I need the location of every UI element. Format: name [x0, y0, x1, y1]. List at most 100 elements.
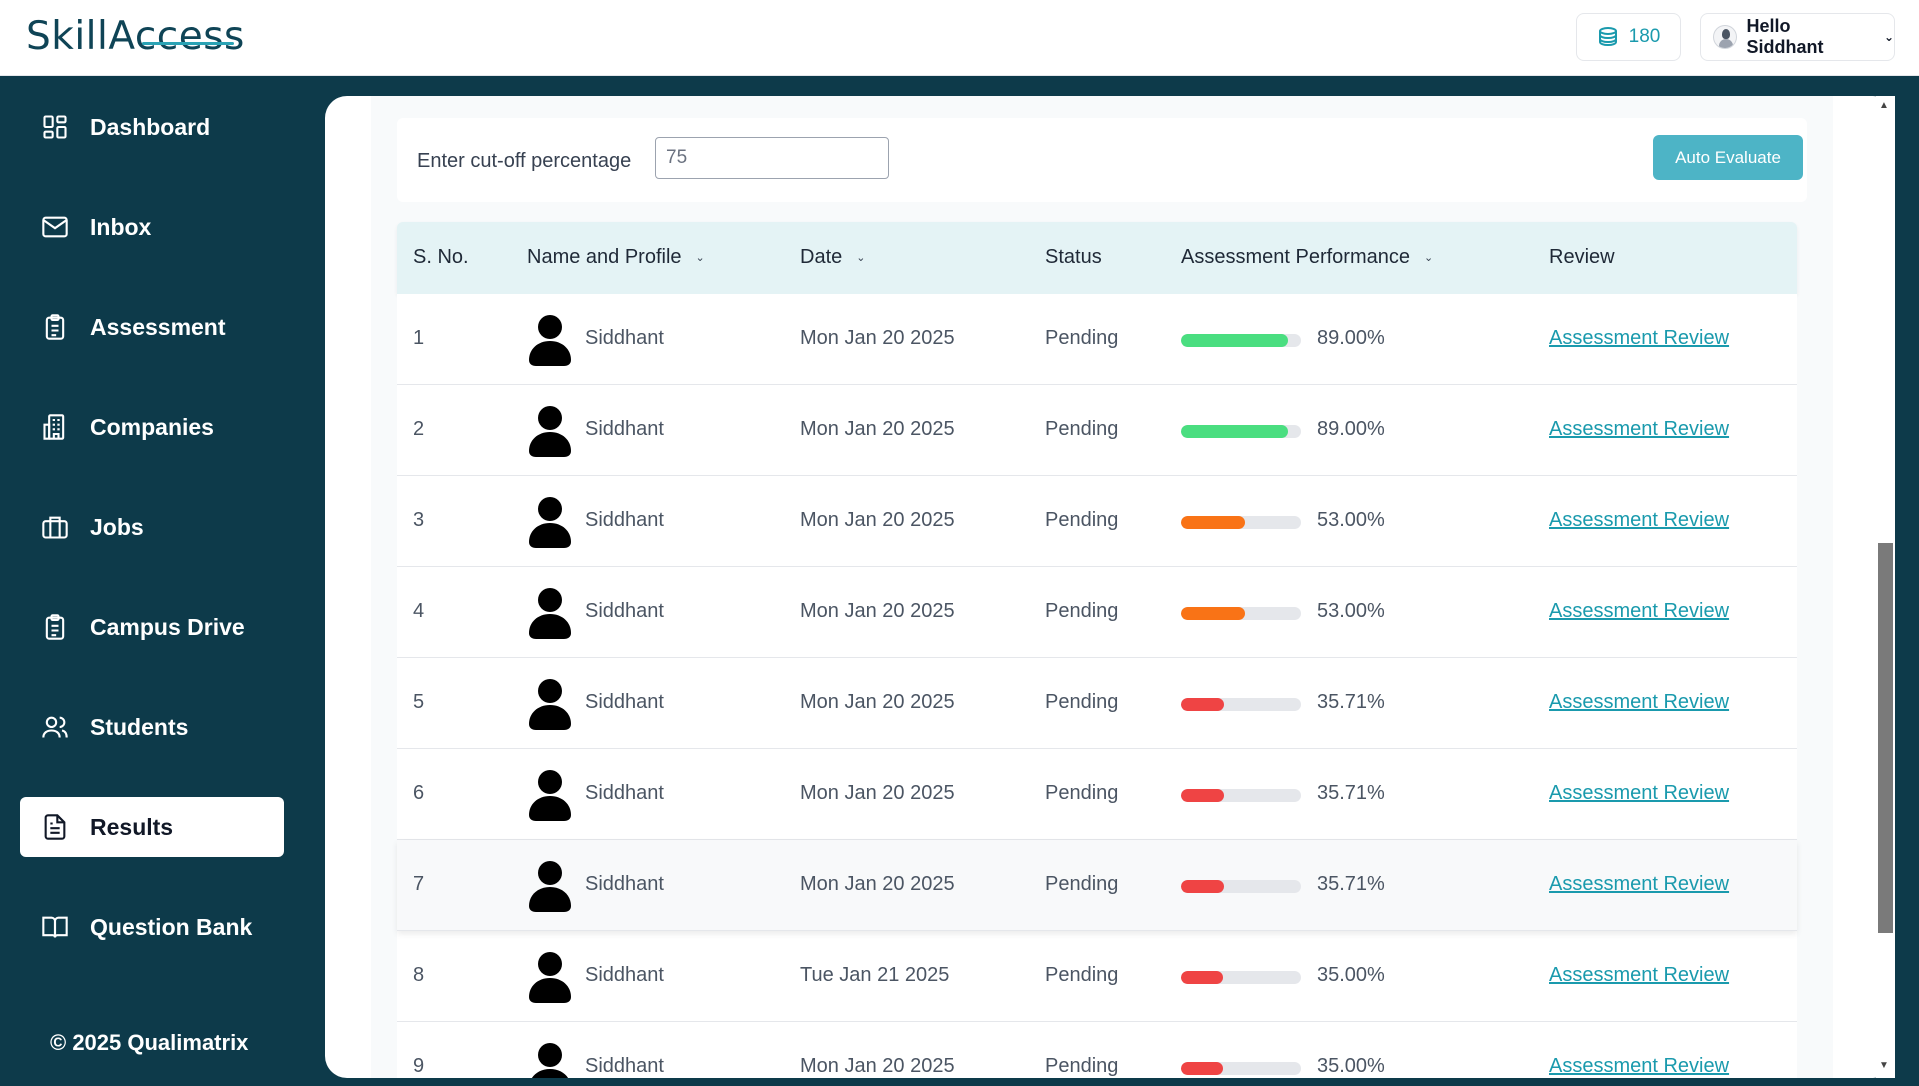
- row-date: Mon Jan 20 2025: [800, 1055, 955, 1077]
- row-percent: 35.00%: [1317, 964, 1385, 986]
- user-greeting: Hello Siddhant: [1746, 16, 1824, 57]
- assessment-review-link[interactable]: Assessment Review: [1549, 600, 1729, 623]
- logo-text-skill: Skill: [26, 14, 109, 59]
- coins-count: 180: [1628, 26, 1661, 47]
- chevron-down-icon: ⌄: [695, 252, 705, 265]
- mail-icon: [42, 216, 68, 238]
- performance-bar-fill: [1181, 607, 1245, 620]
- sidebar-item-inbox[interactable]: Inbox: [20, 197, 284, 257]
- sidebar-item-question-bank[interactable]: Question Bank: [20, 897, 284, 957]
- performance-bar: [1181, 334, 1301, 347]
- user-profile-icon[interactable]: [527, 314, 573, 366]
- header-performance-label: Assessment Performance: [1181, 246, 1410, 268]
- avatar: [1713, 25, 1737, 49]
- row-date: Mon Jan 20 2025: [800, 327, 955, 349]
- header-status: Status: [1045, 246, 1102, 268]
- results-table: S. No. Name and Profile ⌄ Date ⌄ Status As…: [397, 222, 1797, 1078]
- row-date: Mon Jan 20 2025: [800, 418, 955, 440]
- row-sno: 8: [413, 964, 425, 986]
- chevron-down-icon: ⌄: [1423, 252, 1434, 265]
- sidebar-item-label: Question Bank: [90, 913, 253, 940]
- sidebar-item-label: Assessment: [90, 313, 226, 340]
- row-percent: 35.71%: [1317, 873, 1385, 895]
- row-status: Pending: [1045, 509, 1119, 531]
- scroll-down-arrow-icon[interactable]: ▼: [1879, 1060, 1889, 1071]
- assessment-review-link[interactable]: Assessment Review: [1549, 509, 1729, 532]
- user-profile-icon[interactable]: [527, 951, 573, 1003]
- performance-bar-fill: [1181, 334, 1288, 347]
- row-name: Siddhant: [585, 691, 664, 713]
- assessment-review-link[interactable]: Assessment Review: [1549, 782, 1729, 805]
- sidebar-item-label: Results: [90, 813, 174, 840]
- assessment-review-link[interactable]: Assessment Review: [1549, 327, 1729, 350]
- chevron-down-icon: ⌄: [856, 252, 866, 265]
- row-sno: 6: [413, 782, 425, 804]
- table-row: 7 Siddhant Mon Jan 20 2025 Pending 35.71% Ass…: [397, 840, 1797, 931]
- row-percent: 53.00%: [1317, 509, 1385, 531]
- row-date: Mon Jan 20 2025: [800, 873, 955, 895]
- assessment-review-link[interactable]: Assessment Review: [1549, 1055, 1729, 1078]
- row-status: Pending: [1045, 327, 1119, 349]
- row-name: Siddhant: [585, 327, 664, 349]
- user-profile-icon[interactable]: [527, 496, 573, 548]
- clipboard-list-icon: [45, 614, 65, 640]
- coins-icon: [1598, 27, 1617, 47]
- sidebar-item-dashboard[interactable]: Dashboard: [20, 97, 284, 157]
- performance-bar-fill: [1181, 971, 1223, 984]
- sidebar-item-campus-drive[interactable]: Campus Drive: [20, 597, 284, 657]
- row-status: Pending: [1045, 691, 1119, 713]
- assessment-review-link[interactable]: Assessment Review: [1549, 691, 1729, 714]
- user-profile-icon[interactable]: [527, 405, 573, 457]
- user-profile-icon[interactable]: [527, 678, 573, 730]
- logo-strike-line: [142, 42, 234, 45]
- performance-bar-fill: [1181, 880, 1224, 893]
- performance-bar-fill: [1181, 1062, 1223, 1075]
- user-menu-button[interactable]: Hello Siddhant ⌄: [1700, 13, 1895, 61]
- header-review: Review: [1549, 246, 1615, 268]
- assessment-review-link[interactable]: Assessment Review: [1549, 418, 1729, 441]
- user-profile-icon[interactable]: [527, 1042, 573, 1078]
- header-date-sortable[interactable]: Date ⌄: [800, 246, 865, 269]
- scrollbar-thumb[interactable]: [1878, 543, 1893, 933]
- row-date: Tue Jan 21 2025: [800, 964, 950, 986]
- user-profile-icon[interactable]: [527, 587, 573, 639]
- table-body: 1 Siddhant Mon Jan 20 2025 Pending 89.00% Ass…: [397, 294, 1797, 1078]
- row-name: Siddhant: [585, 964, 664, 986]
- sidebar-item-results[interactable]: Results: [20, 797, 284, 857]
- row-date: Mon Jan 20 2025: [800, 600, 955, 622]
- row-percent: 35.00%: [1317, 1055, 1385, 1077]
- assessment-review-link[interactable]: Assessment Review: [1549, 873, 1729, 896]
- row-percent: 35.71%: [1317, 691, 1385, 713]
- cutoff-percentage-input[interactable]: [655, 137, 889, 179]
- users-icon: [42, 716, 68, 738]
- auto-evaluate-button[interactable]: Auto Evaluate: [1653, 135, 1803, 180]
- coins-badge[interactable]: 180: [1576, 13, 1681, 61]
- row-date: Mon Jan 20 2025: [800, 691, 955, 713]
- row-percent: 35.71%: [1317, 782, 1385, 804]
- performance-bar: [1181, 1062, 1301, 1075]
- user-profile-icon[interactable]: [527, 769, 573, 821]
- performance-bar: [1181, 789, 1301, 802]
- performance-bar-fill: [1181, 789, 1224, 802]
- sidebar-item-jobs[interactable]: Jobs: [20, 497, 284, 557]
- table-row: 5 Siddhant Mon Jan 20 2025 Pending 35.71% Ass…: [397, 658, 1797, 749]
- row-status: Pending: [1045, 964, 1119, 986]
- scroll-up-arrow-icon[interactable]: ▲: [1879, 100, 1889, 111]
- app-logo[interactable]: SkillAccess: [26, 14, 245, 59]
- user-profile-icon[interactable]: [527, 860, 573, 912]
- performance-bar: [1181, 698, 1301, 711]
- header-name-sortable[interactable]: Name and Profile ⌄: [527, 246, 705, 269]
- sidebar-item-companies[interactable]: Companies: [20, 397, 284, 457]
- performance-bar: [1181, 971, 1301, 984]
- row-date: Mon Jan 20 2025: [800, 509, 955, 531]
- dashboard-icon: [43, 115, 67, 139]
- assessment-review-link[interactable]: Assessment Review: [1549, 964, 1729, 987]
- book-icon: [42, 916, 68, 938]
- row-name: Siddhant: [585, 600, 664, 622]
- sidebar-item-label: Companies: [90, 413, 214, 440]
- header-performance-sortable[interactable]: Assessment Performance ⌄: [1181, 246, 1433, 269]
- table-row: 3 Siddhant Mon Jan 20 2025 Pending 53.00% Ass…: [397, 476, 1797, 567]
- sidebar-item-students[interactable]: Students: [20, 697, 284, 757]
- row-percent: 89.00%: [1317, 418, 1385, 440]
- sidebar-item-assessment[interactable]: Assessment: [20, 297, 284, 357]
